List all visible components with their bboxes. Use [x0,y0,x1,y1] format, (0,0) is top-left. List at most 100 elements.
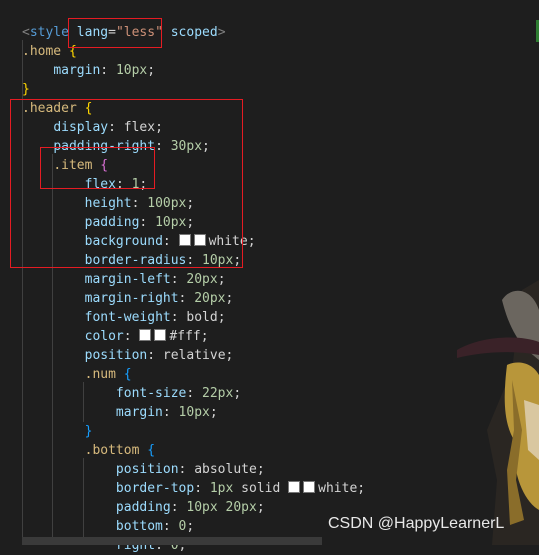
code-token: : [170,310,187,325]
code-token: #fff [169,329,201,344]
code-token: ; [225,291,234,306]
code-token: } [84,424,93,439]
code-token: } [22,82,30,97]
code-token: { [147,443,156,458]
code-token: : [100,63,116,78]
code-token: { [123,367,132,382]
code-token: ; [217,310,226,325]
code-token: 22px [202,386,234,401]
code-token: 20px [194,291,226,306]
code-token: margin [115,405,163,420]
code-token: solid [241,481,281,496]
code-line[interactable]: } [22,80,30,99]
code-token: 10px 20px [186,500,257,515]
anime-character-icon [457,280,539,545]
code-token: absolute [194,462,257,477]
code-line[interactable]: margin-right: 20px; [22,289,234,308]
code-token: 10px [115,63,148,78]
code-token: margin-right [84,291,179,306]
code-token: : [147,348,163,363]
code-token: : [178,291,195,306]
code-token: .bottom [84,443,140,458]
code-token: : [170,272,187,287]
code-token: color [84,329,124,344]
code-line[interactable]: margin: 10px; [22,403,218,422]
code-token: 10px [178,405,210,420]
code-token: border-top [115,481,195,496]
code-line[interactable]: color: #fff; [22,327,209,346]
watermark: CSDN @HappyLearnerL [328,515,505,532]
code-token: relative [162,348,226,363]
code-token: .home [22,44,62,59]
code-line[interactable]: bottom: 0; [22,517,194,536]
code-token: ; [233,386,242,401]
code-token: margin [53,63,101,78]
color-swatch[interactable] [139,329,152,341]
code-token: style [29,25,69,40]
code-line[interactable]: border-top: 1px solid white; [22,479,365,498]
code-token: 1px [209,481,234,496]
code-line[interactable]: margin-left: 20px; [22,270,226,289]
code-token: : [178,462,195,477]
code-token: > [217,25,226,40]
code-token: ; [200,329,209,344]
code-token: padding [115,500,171,515]
code-token: : [186,386,203,401]
code-token: : [123,329,140,344]
color-swatch[interactable] [288,481,301,493]
code-line[interactable]: margin: 10px; [22,61,155,80]
code-line[interactable]: font-weight: bold; [22,308,226,327]
code-token: position [84,348,148,363]
highlight-item-selector [40,147,155,189]
code-token: : [162,405,179,420]
code-token: : [194,481,210,496]
code-token: : [162,519,179,534]
code-token: position [115,462,179,477]
color-swatch[interactable] [154,329,167,341]
code-line[interactable]: position: absolute; [22,460,265,479]
code-token: ; [256,462,265,477]
code-token: ; [256,500,265,515]
code-line[interactable]: position: relative; [22,346,234,365]
code-token: 20px [186,272,218,287]
code-token: < [22,25,30,40]
color-swatch[interactable] [303,481,316,493]
code-token: ; [247,234,256,249]
code-token: .num [84,367,116,382]
highlight-lang-attribute [68,18,162,48]
code-token: font-weight [84,310,171,325]
code-token: ; [209,405,218,420]
code-token: scoped [170,25,218,40]
horizontal-scrollbar[interactable] [22,537,322,545]
code-token: ; [357,481,366,496]
code-token: : [170,500,187,515]
code-token: ; [147,63,156,78]
code-token: ; [217,272,226,287]
code-token: ; [225,348,234,363]
code-token: white [318,481,358,496]
code-line[interactable]: .num { [22,365,132,384]
code-line[interactable]: font-size: 22px; [22,384,241,403]
code-token: font-size [115,386,187,401]
code-line[interactable]: .bottom { [22,441,155,460]
code-line[interactable]: } [22,422,93,441]
code-line[interactable]: padding: 10px 20px; [22,498,265,517]
